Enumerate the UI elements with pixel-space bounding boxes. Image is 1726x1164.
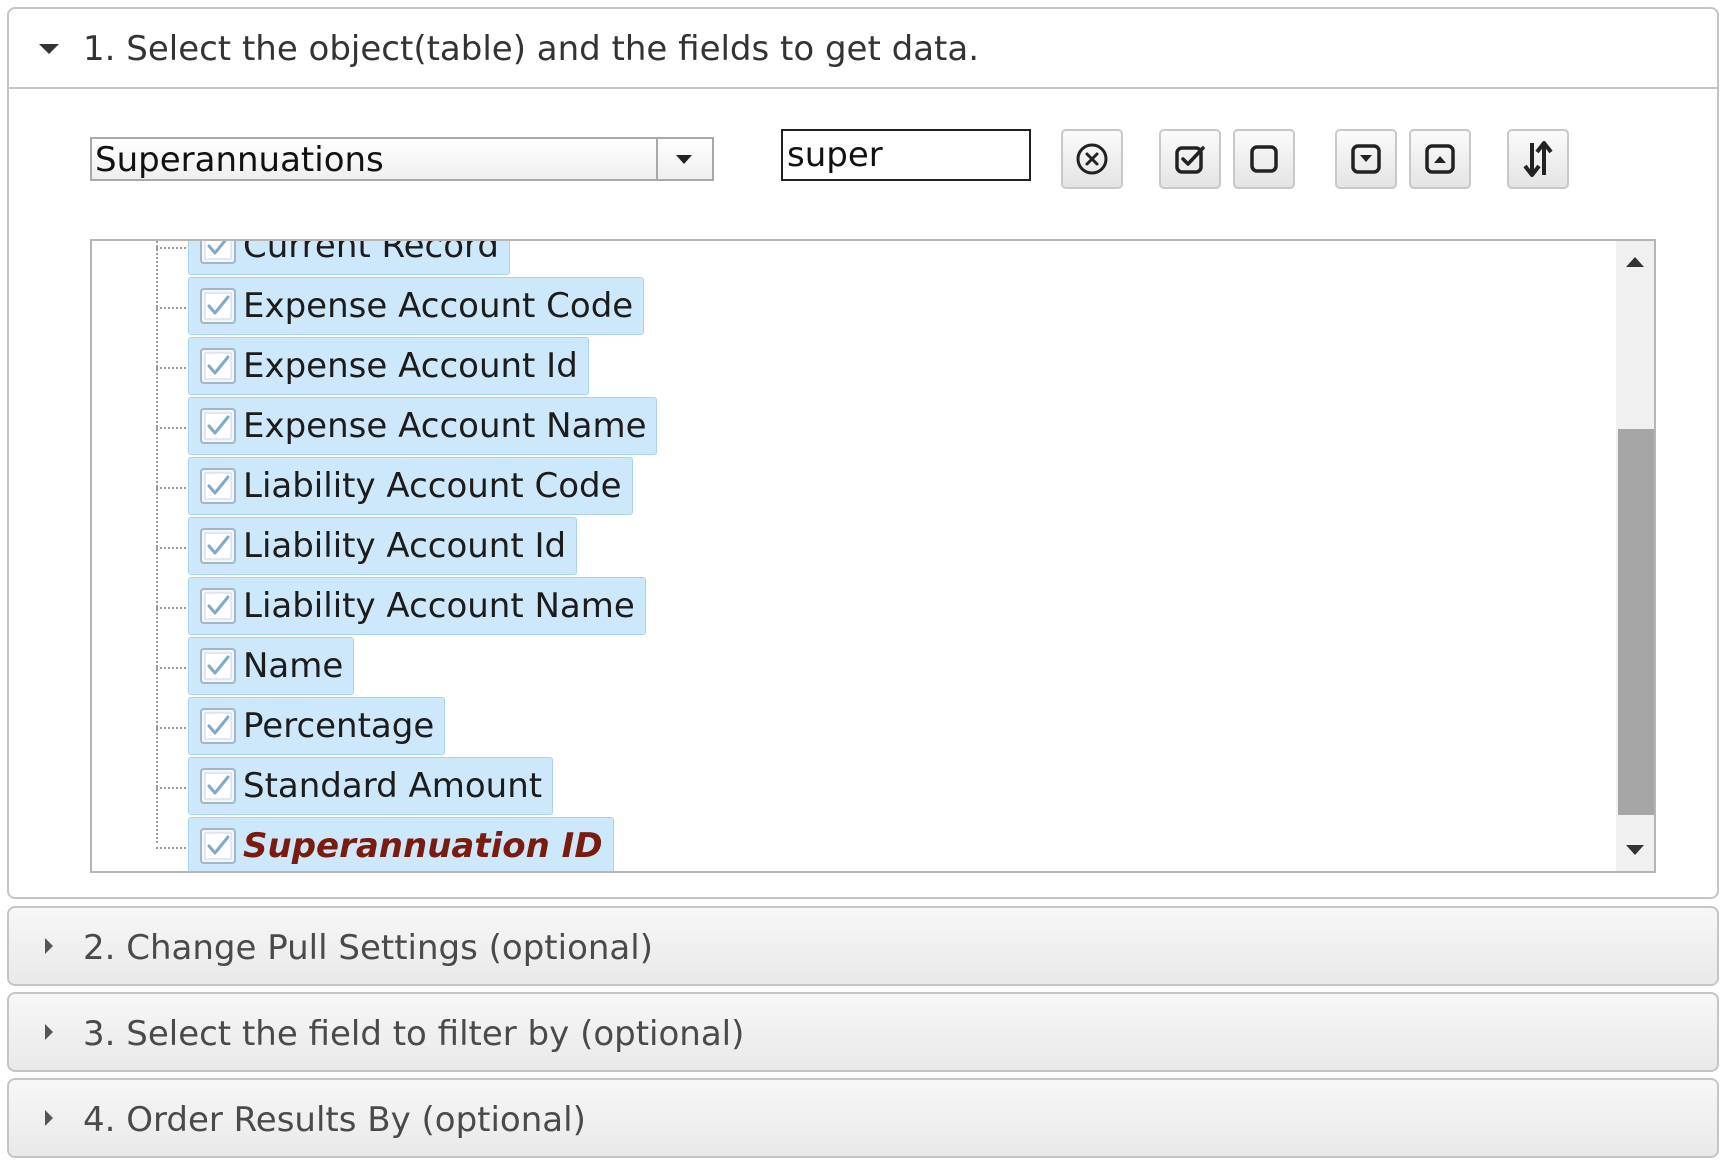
check-all-icon (1175, 146, 1205, 174)
section-select-object: 1. Select the object(table) and the fiel… (7, 7, 1719, 899)
field-node[interactable]: Expense Account Code (188, 277, 645, 335)
field-node[interactable]: Superannuation ID (188, 817, 614, 871)
tree-connector (156, 787, 186, 789)
field-node[interactable]: Expense Account Name (188, 397, 658, 455)
field-node[interactable]: Liability Account Id (188, 517, 578, 575)
tree-connector (156, 247, 186, 249)
section-filter-field[interactable]: 3. Select the field to filter by (option… (7, 992, 1719, 1072)
checkbox-checked-icon[interactable] (199, 527, 237, 565)
section-1-header[interactable]: 1. Select the object(table) and the fiel… (9, 9, 1717, 89)
tree-connector (156, 487, 186, 489)
checkbox-checked-icon[interactable] (199, 827, 237, 865)
scroll-thumb[interactable] (1618, 429, 1654, 815)
tree-connector (156, 607, 186, 609)
checkbox-checked-icon[interactable] (199, 707, 237, 745)
checkbox-checked-icon[interactable] (199, 767, 237, 805)
chevron-down-icon[interactable] (656, 139, 712, 179)
field-node[interactable]: Current Record (188, 239, 510, 275)
field-node[interactable]: Percentage (188, 697, 446, 755)
checkbox-checked-icon[interactable] (199, 239, 237, 265)
tree-connector (156, 727, 186, 729)
field-label: Standard Amount (243, 766, 543, 806)
checkbox-checked-icon[interactable] (199, 347, 237, 385)
checkbox-checked-icon[interactable] (199, 467, 237, 505)
field-node[interactable]: Name (188, 637, 355, 695)
section-order-results[interactable]: 4. Order Results By (optional) (7, 1078, 1719, 1158)
collapse-all-icon (1425, 144, 1455, 174)
sort-icon (1523, 141, 1553, 177)
tree-connector (156, 667, 186, 669)
checkbox-checked-icon[interactable] (199, 587, 237, 625)
tree-connector (156, 307, 186, 309)
tree-connector (156, 847, 186, 849)
field-label: Current Record (243, 239, 499, 266)
checkbox-checked-icon[interactable] (199, 287, 237, 325)
expand-all-icon (1351, 144, 1381, 174)
field-node[interactable]: Expense Account Id (188, 337, 589, 395)
object-select-value: Superannuations (95, 140, 384, 180)
field-node[interactable]: Standard Amount (188, 757, 554, 815)
field-label: Liability Account Name (243, 586, 635, 626)
field-node[interactable]: Liability Account Name (188, 577, 646, 635)
field-label: Liability Account Id (243, 526, 567, 566)
tree-connector-line (156, 241, 158, 843)
field-node[interactable]: Liability Account Code (188, 457, 633, 515)
caret-down-icon (39, 44, 59, 54)
tree-connector (156, 427, 186, 429)
field-label: Liability Account Code (243, 466, 622, 506)
sort-button[interactable] (1507, 129, 1569, 189)
scroll-down-icon[interactable] (1626, 845, 1644, 855)
clear-circle-x-icon (1076, 143, 1108, 175)
uncheck-all-button[interactable] (1233, 129, 1295, 189)
clear-search-button[interactable] (1061, 129, 1123, 189)
field-label: Superannuation ID (243, 826, 603, 866)
field-label: Expense Account Code (243, 286, 634, 326)
collapse-all-button[interactable] (1409, 129, 1471, 189)
section-3-title: 3. Select the field to filter by (option… (83, 1014, 745, 1054)
field-label: Expense Account Name (243, 406, 647, 446)
caret-right-icon (45, 1024, 53, 1040)
tree-connector (156, 547, 186, 549)
field-search-input[interactable] (781, 129, 1031, 181)
field-label: Percentage (243, 706, 435, 746)
expand-all-button[interactable] (1335, 129, 1397, 189)
field-tree[interactable]: Current Record Expense Account Code Expens… (90, 239, 1656, 873)
tree-connector (156, 367, 186, 369)
section-pull-settings[interactable]: 2. Change Pull Settings (optional) (7, 906, 1719, 986)
caret-right-icon (45, 1110, 53, 1126)
checkbox-checked-icon[interactable] (199, 407, 237, 445)
section-2-title: 2. Change Pull Settings (optional) (83, 928, 653, 968)
section-1-title: 1. Select the object(table) and the fiel… (83, 29, 980, 69)
field-label: Name (243, 646, 344, 686)
uncheck-all-icon (1250, 145, 1278, 173)
scroll-up-icon[interactable] (1626, 257, 1644, 267)
checkbox-checked-icon[interactable] (199, 647, 237, 685)
section-4-title: 4. Order Results By (optional) (83, 1100, 586, 1140)
tree-scrollbar[interactable] (1616, 241, 1654, 871)
object-select[interactable]: Superannuations (90, 137, 714, 181)
caret-right-icon (45, 938, 53, 954)
check-all-button[interactable] (1159, 129, 1221, 189)
field-label: Expense Account Id (243, 346, 578, 386)
